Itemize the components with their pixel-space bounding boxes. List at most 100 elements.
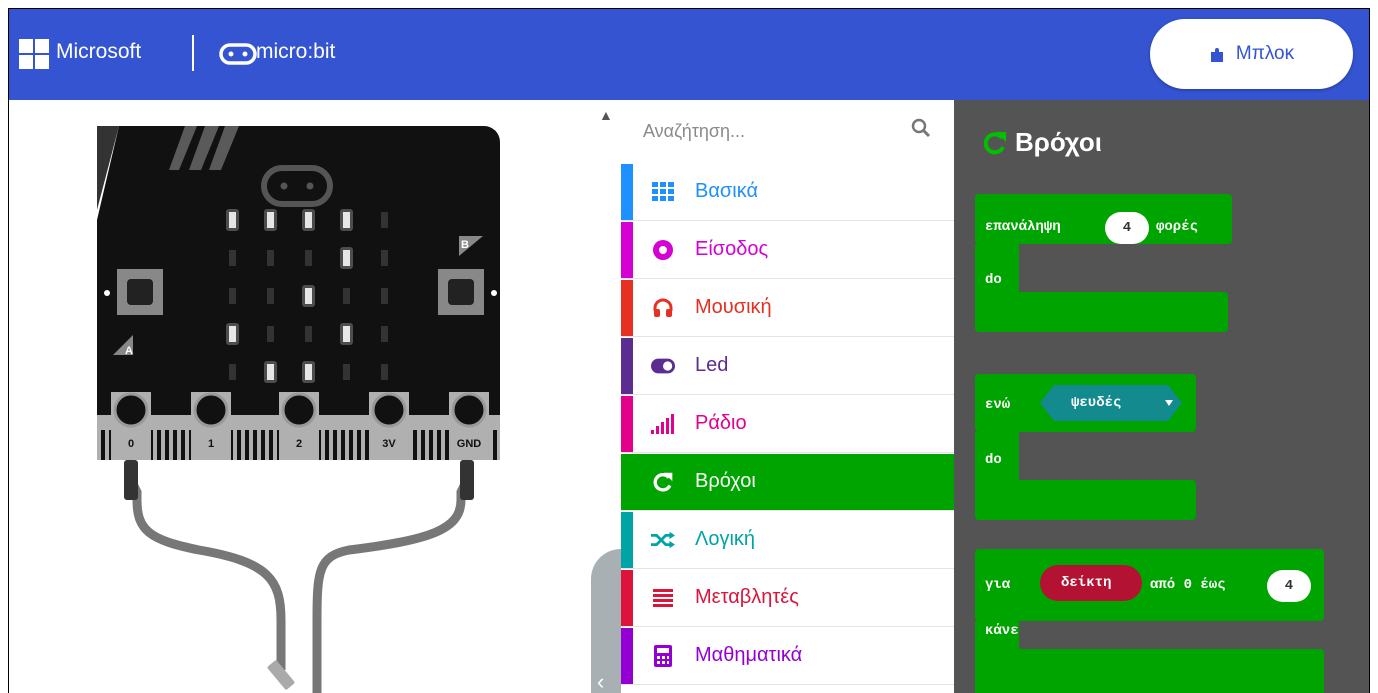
led — [229, 326, 236, 342]
toggle-icon — [651, 354, 675, 378]
category-label: Βασικά — [695, 180, 759, 202]
blocks-editor-button[interactable]: Μπλοκ — [1150, 19, 1353, 89]
list-icon — [651, 586, 675, 610]
led — [229, 288, 236, 304]
toolbox-category-grid[interactable]: Βασικά — [621, 164, 954, 221]
pin-1[interactable] — [193, 392, 229, 428]
for-variable: δείκτη — [1061, 575, 1112, 591]
category-color-bar — [621, 280, 633, 336]
headphones-icon — [651, 296, 675, 320]
category-color-bar — [621, 164, 633, 220]
repeat-do-label: do — [985, 272, 1002, 288]
category-color-bar — [621, 570, 633, 626]
led — [343, 212, 350, 228]
blocks-button-label: Μπλοκ — [1235, 43, 1295, 64]
led — [267, 364, 274, 380]
category-label: Led — [695, 354, 729, 376]
category-label: Βρόχοι — [695, 470, 756, 492]
category-label: Μαθηματικά — [695, 644, 803, 666]
led — [229, 364, 236, 380]
for-do-label: κάνε — [985, 623, 1019, 639]
led — [267, 288, 274, 304]
toolbox-category-loop[interactable]: Βρόχοι — [621, 454, 954, 511]
search-input[interactable] — [641, 114, 915, 148]
led — [343, 326, 350, 342]
led — [381, 250, 388, 266]
pin-label: 0 — [128, 438, 134, 450]
pin-label: 3V — [382, 438, 396, 450]
category-label: Είσοδος — [695, 238, 769, 260]
pin-GND[interactable] — [451, 392, 487, 428]
for-end-input[interactable]: 4 — [1267, 570, 1311, 602]
led — [305, 250, 312, 266]
microsoft-logo-icon — [19, 39, 49, 69]
led — [381, 326, 388, 342]
simulator-panel: A B 0 1 2 3V GND — [9, 100, 591, 693]
scroll-up-icon[interactable]: ▲ — [599, 107, 613, 123]
for-label: για — [985, 577, 1011, 593]
pin-3V[interactable] — [371, 392, 407, 428]
button-b-label: B — [461, 239, 469, 251]
button-a-label: A — [125, 345, 133, 357]
toolbox-search — [621, 100, 954, 164]
for-range-label: από 0 έως — [1150, 577, 1226, 593]
repeat-label: επανάληψη — [985, 219, 1061, 235]
grid-icon — [651, 180, 675, 204]
app-window: Microsoft micro:bit Μπλοκ A B 0 1 2 3V G… — [8, 8, 1370, 693]
category-label: Μεταβλητές — [695, 586, 799, 608]
led — [381, 212, 388, 228]
led — [229, 250, 236, 266]
led — [381, 364, 388, 380]
puzzle-icon — [1210, 47, 1223, 62]
flyout-title: Βρόχοι — [1015, 127, 1102, 157]
toolbox-category-input[interactable]: Είσοδος — [621, 222, 954, 279]
collapse-simulator-icon[interactable]: ‹ — [597, 669, 604, 693]
led — [343, 250, 350, 266]
led — [305, 326, 312, 342]
pin-label: GND — [457, 438, 482, 450]
category-color-bar — [621, 628, 633, 684]
pin-0[interactable] — [113, 392, 149, 428]
signal-icon — [651, 412, 675, 436]
toolbox-category-signal[interactable]: Ράδιο — [621, 396, 954, 453]
category-color-bar — [621, 338, 633, 394]
category-label: Λογική — [695, 528, 756, 550]
category-label: Μουσική — [695, 296, 772, 318]
repeat-suffix: φορές — [1156, 219, 1199, 235]
scrollbar-thumb[interactable] — [591, 549, 621, 693]
microbit-logo-icon — [219, 43, 257, 65]
category-color-bar — [621, 454, 633, 510]
brand-divider — [192, 35, 194, 71]
toolbox-category-shuffle[interactable]: Λογική — [621, 512, 954, 569]
while-label: ενώ — [985, 397, 1011, 413]
top-bar: Microsoft micro:bit Μπλοκ — [9, 9, 1369, 100]
calculator-icon — [651, 644, 675, 668]
while-condition-value: ψευδές — [1071, 395, 1122, 411]
category-color-bar — [621, 222, 633, 278]
category-color-bar — [621, 396, 633, 452]
led — [229, 212, 236, 228]
microbit-board[interactable]: A B 0 1 2 3V GND — [9, 100, 591, 693]
microsoft-brand: Microsoft — [56, 40, 142, 63]
pin-2[interactable] — [281, 392, 317, 428]
input-icon — [651, 238, 675, 262]
category-label: Ράδιο — [695, 412, 747, 434]
microbit-brand: micro:bit — [256, 40, 336, 63]
led — [305, 364, 312, 380]
led — [267, 212, 274, 228]
led — [343, 364, 350, 380]
loop-icon — [651, 470, 675, 494]
category-color-bar — [621, 512, 633, 568]
repeat-count-input[interactable]: 4 — [1105, 212, 1149, 244]
pin-label: 2 — [296, 438, 302, 450]
search-icon[interactable] — [911, 118, 931, 138]
toolbox-category-calculator[interactable]: Μαθηματικά — [621, 628, 954, 685]
led — [267, 250, 274, 266]
toolbox-category-list[interactable]: Μεταβλητές — [621, 570, 954, 627]
shuffle-icon — [651, 528, 675, 552]
led — [381, 288, 388, 304]
led — [343, 288, 350, 304]
toolbox-category-headphones[interactable]: Μουσική — [621, 280, 954, 337]
toolbox: Βασικά Είσοδος Μουσική Led Ράδιο Βρόχοι Λογική… — [621, 100, 954, 693]
toolbox-category-toggle[interactable]: Led — [621, 338, 954, 395]
